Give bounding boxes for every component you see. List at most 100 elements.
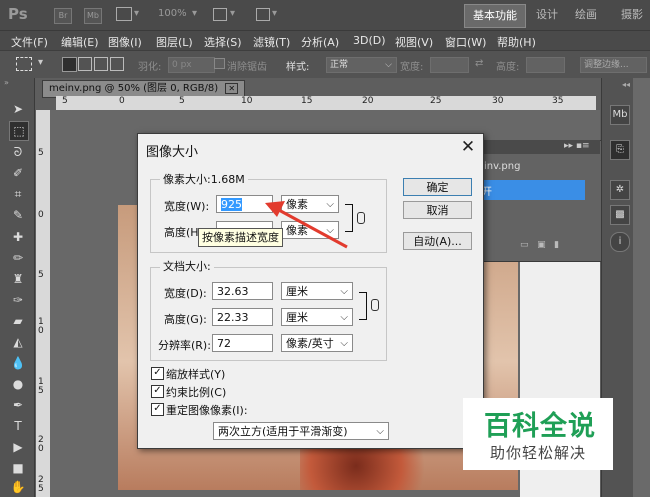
zoom-dropdown-icon[interactable]: ▾ xyxy=(192,8,197,19)
scale-styles-checkbox[interactable]: ✓ xyxy=(151,367,164,380)
chevron-down-icon: ⌵ xyxy=(340,286,348,297)
doc-height-input[interactable]: 22.33 xyxy=(212,308,273,326)
ruler-v-tick: 0 xyxy=(38,210,44,220)
selected-layer-row[interactable]: 开 xyxy=(470,180,585,200)
history-brush-tool-icon[interactable]: ✑ xyxy=(9,291,27,309)
document-size-label: 文档大小: xyxy=(160,258,214,274)
mini-bridge-button[interactable]: Mb xyxy=(84,8,102,24)
doc-width-input[interactable]: 32.63 xyxy=(212,282,273,300)
bridge-button[interactable]: Br xyxy=(54,8,72,24)
view-extras-dropdown-icon[interactable]: ▾ xyxy=(230,8,235,19)
antialias-checkbox[interactable] xyxy=(214,58,225,69)
rect-marquee-tool-icon[interactable]: ⬚ xyxy=(9,121,29,141)
menu-view[interactable]: 视图(V) xyxy=(395,34,433,50)
ruler-v-tick: 1 0 xyxy=(38,317,44,336)
ok-button[interactable]: 确定 xyxy=(403,178,472,196)
workspace-photography[interactable]: 摄影 xyxy=(614,4,650,26)
menu-3d[interactable]: 3D(D) xyxy=(353,34,386,47)
resample-checkbox[interactable]: ✓ xyxy=(151,403,164,416)
cancel-button[interactable]: 取消 xyxy=(403,201,472,219)
brush-tool-icon[interactable]: ✏ xyxy=(9,249,27,267)
path-selection-tool-icon[interactable]: ▶ xyxy=(9,438,27,456)
style-select[interactable]: 正常 ⌵ xyxy=(326,57,397,73)
navigator-panel-icon[interactable]: ✲ xyxy=(610,180,630,200)
doc-width-label: 宽度(D): xyxy=(164,287,207,300)
close-document-icon[interactable]: ✕ xyxy=(225,83,239,94)
doc-height-unit-select[interactable]: 厘米 ⌵ xyxy=(281,308,353,326)
screen-mode-dropdown-icon[interactable]: ▾ xyxy=(272,8,277,19)
menu-filter[interactable]: 滤镜(T) xyxy=(253,34,290,50)
menu-edit[interactable]: 编辑(E) xyxy=(61,34,99,50)
history-panel-icon[interactable]: ⎘ xyxy=(610,140,630,160)
menu-help[interactable]: 帮助(H) xyxy=(497,34,536,50)
type-tool-icon[interactable]: T xyxy=(9,417,27,435)
menu-layer[interactable]: 图层(L) xyxy=(156,34,193,50)
menu-window[interactable]: 窗口(W) xyxy=(445,34,486,50)
add-selection-icon[interactable] xyxy=(78,57,92,71)
screen-mode-icon[interactable] xyxy=(256,8,270,21)
subtract-selection-icon[interactable] xyxy=(94,57,108,71)
refine-edge-button[interactable]: 调整边缘... xyxy=(580,57,647,73)
resample-method-select[interactable]: 两次立方(适用于平滑渐变) ⌵ xyxy=(213,422,389,440)
intersect-selection-icon[interactable] xyxy=(110,57,124,71)
constrain-proportions-checkbox[interactable]: ✓ xyxy=(151,385,164,398)
dock-collapse-icon[interactable]: ◂◂ xyxy=(622,80,630,89)
close-icon[interactable]: ✕ xyxy=(458,137,478,157)
mini-bridge-panel-icon[interactable]: Mb xyxy=(610,105,630,125)
annotation-arrow-icon xyxy=(265,201,348,249)
healing-brush-tool-icon[interactable]: ✚ xyxy=(9,228,27,246)
doc-width-unit-select[interactable]: 厘米 ⌵ xyxy=(281,282,353,300)
menu-file[interactable]: 文件(F) xyxy=(11,34,48,50)
horizontal-ruler[interactable]: 5 0 5 10 15 20 25 30 35 xyxy=(56,96,596,110)
scale-styles-label: 缩放样式(Y) xyxy=(166,368,226,381)
clone-stamp-tool-icon[interactable]: ♜ xyxy=(9,270,27,288)
workspace-painting[interactable]: 绘画 xyxy=(568,4,604,26)
workspace-design[interactable]: 设计 xyxy=(532,4,562,26)
zoom-level[interactable]: 100% xyxy=(158,8,187,19)
eraser-tool-icon[interactable]: ▰ xyxy=(9,312,27,330)
crop-tool-icon[interactable]: ⌗ xyxy=(9,185,27,203)
adjustments-panel-edge xyxy=(633,78,650,497)
width-input[interactable] xyxy=(430,57,469,73)
width-label: 宽度: xyxy=(400,62,424,73)
eyedropper-tool-icon[interactable]: ✎ xyxy=(9,206,27,224)
layers-panel-header[interactable]: ▸▸ ▪≡ xyxy=(470,140,600,154)
dodge-tool-icon[interactable]: ● xyxy=(9,375,27,393)
shape-tool-icon[interactable]: ■ xyxy=(9,459,27,477)
arrange-documents-icon[interactable] xyxy=(116,7,132,21)
info-panel-icon[interactable]: i xyxy=(610,232,630,252)
ruler-h-tick: 5 xyxy=(62,96,68,106)
hand-tool-icon[interactable]: ✋ xyxy=(9,478,27,496)
new-selection-icon[interactable] xyxy=(62,57,77,72)
pen-tool-icon[interactable]: ✒ xyxy=(9,396,27,414)
layers-panel-tab[interactable]: inv.png xyxy=(484,161,520,172)
marquee-tool-preset-icon[interactable] xyxy=(16,57,32,71)
menu-select[interactable]: 选择(S) xyxy=(204,34,242,50)
height-label: 高度: xyxy=(496,62,520,73)
move-tool-icon[interactable]: ➤ xyxy=(9,100,27,118)
view-extras-icon[interactable] xyxy=(213,8,227,21)
swap-icon[interactable]: ⇄ xyxy=(475,58,483,69)
arrange-dropdown-icon[interactable]: ▾ xyxy=(134,8,139,19)
vertical-ruler[interactable]: 5 0 5 1 0 1 5 2 0 2 5 xyxy=(36,110,50,497)
feather-input[interactable]: 0 px xyxy=(168,57,215,73)
paint-bucket-tool-icon[interactable]: ◭ xyxy=(9,333,27,351)
layers-panel-footer-icons[interactable]: ▭ ▣ ▮ xyxy=(520,240,592,252)
panel-collapse-icon[interactable]: » xyxy=(4,79,30,87)
lasso-tool-icon[interactable]: ᘐ xyxy=(9,143,27,161)
tool-preset-dropdown-icon[interactable]: ▾ xyxy=(38,57,43,68)
panel-menu-icon[interactable]: ▸▸ ▪≡ xyxy=(564,141,590,151)
auto-button[interactable]: 自动(A)... xyxy=(403,232,472,250)
workspace-essentials[interactable]: 基本功能 xyxy=(464,4,526,28)
menu-image[interactable]: 图像(I) xyxy=(108,34,142,50)
blur-tool-icon[interactable]: 💧 xyxy=(9,354,27,372)
chevron-down-icon: ⌵ xyxy=(340,338,348,349)
application-bar: Ps Br Mb ▾ 100% ▾ ▾ ▾ 基本功能 设计 绘画 摄影 xyxy=(0,0,650,31)
resolution-unit-select[interactable]: 像素/英寸 ⌵ xyxy=(281,334,353,352)
image-panel-icon[interactable]: ▩ xyxy=(610,205,630,225)
menu-analysis[interactable]: 分析(A) xyxy=(301,34,339,50)
options-bar: ▾ 羽化: 0 px 消除锯齿 样式: 正常 ⌵ 宽度: ⇄ 高度: 调整边缘.… xyxy=(0,50,650,79)
quick-selection-tool-icon[interactable]: ✐ xyxy=(9,164,27,182)
resolution-input[interactable]: 72 xyxy=(212,334,273,352)
height-input[interactable] xyxy=(526,57,565,73)
